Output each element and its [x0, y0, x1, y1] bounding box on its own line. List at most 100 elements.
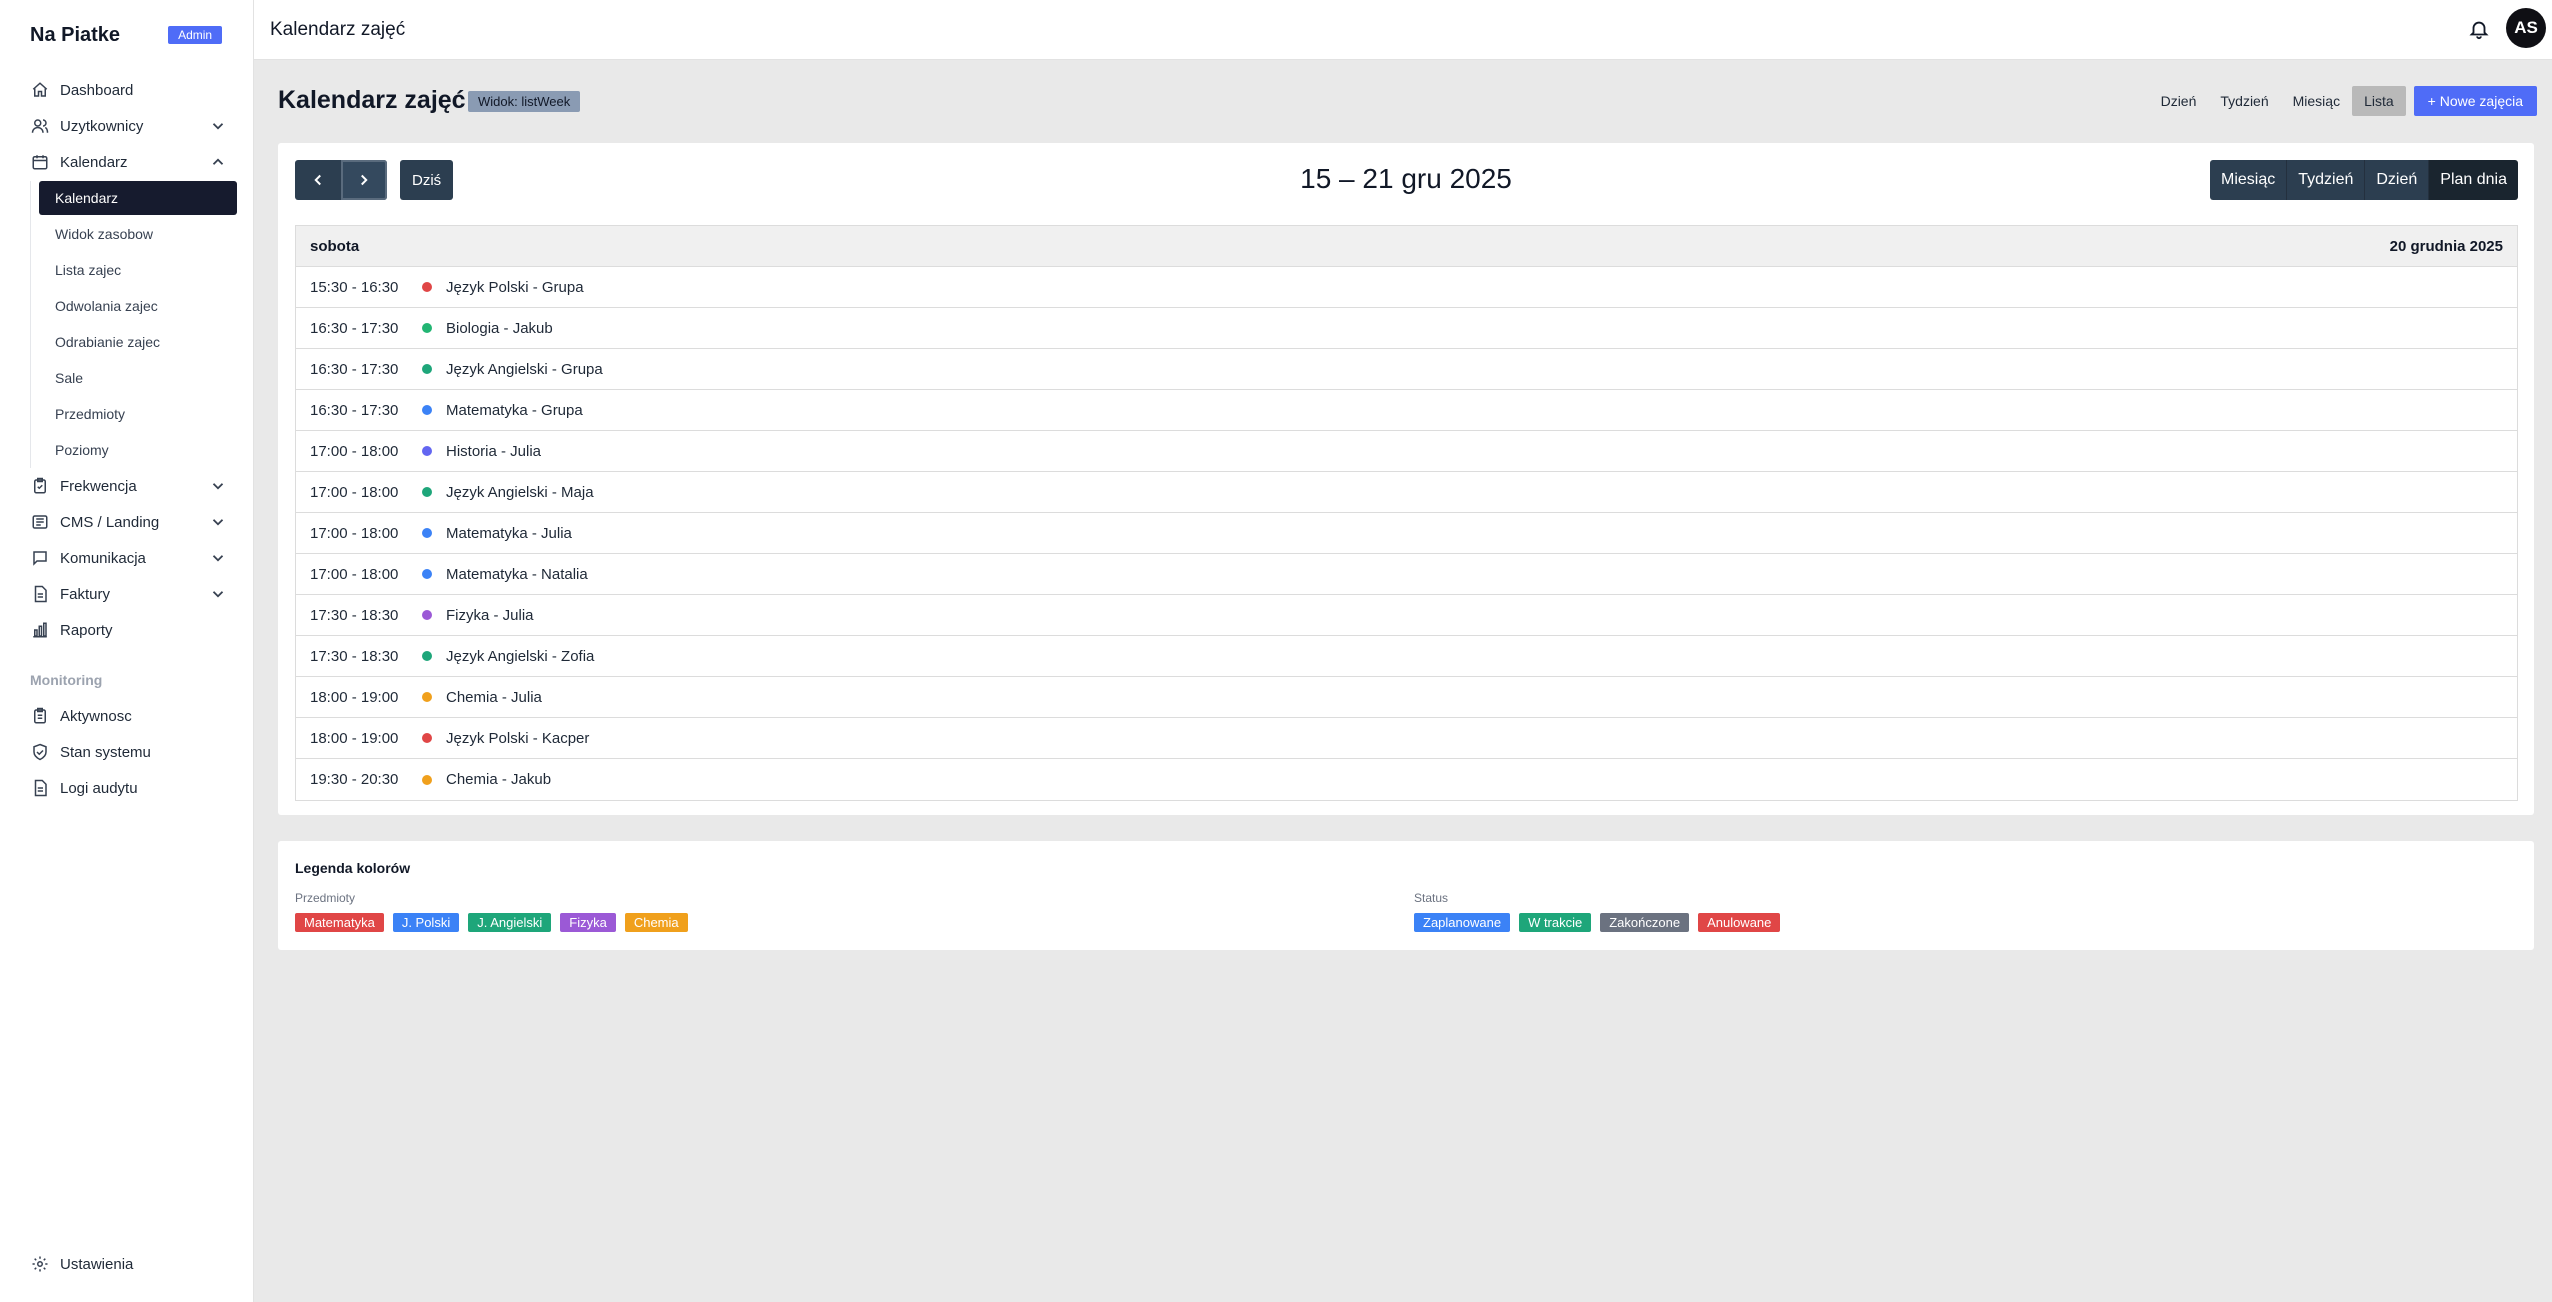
users-icon: [30, 116, 50, 136]
sidebar-item-label: Aktywnosc: [60, 707, 132, 725]
view-badge: Widok: listWeek: [468, 91, 581, 112]
legend-title: Legenda kolorów: [295, 860, 411, 876]
sidebar-item-raporty[interactable]: Raporty: [0, 612, 253, 648]
view-button-list[interactable]: Lista: [2352, 86, 2406, 116]
bell-icon[interactable]: [2468, 18, 2490, 40]
event-row[interactable]: 17:00 - 18:00 Matematyka - Julia: [296, 513, 2517, 554]
sidebar-item-faktury[interactable]: Faktury: [0, 576, 253, 612]
event-title[interactable]: Matematyka - Grupa: [446, 402, 583, 419]
sidebar-item-users[interactable]: Uzytkownicy: [0, 108, 253, 144]
sidebar-subitem-kalendarz[interactable]: Kalendarz: [39, 181, 237, 215]
clipboard-icon: [30, 706, 50, 726]
sidebar-item-label: Logi audytu: [60, 779, 138, 797]
sidebar-subitem-poziomy[interactable]: Poziomy: [31, 432, 253, 468]
sidebar-item-settings[interactable]: Ustawienia: [0, 1246, 253, 1282]
sidebar-subitem-lista-zajec[interactable]: Lista zajec: [31, 252, 253, 288]
sidebar-item-label: Komunikacja: [60, 549, 146, 567]
view-button-week[interactable]: Tydzień: [2208, 86, 2280, 116]
sidebar-subitem-widok-zasobow[interactable]: Widok zasobow: [31, 216, 253, 252]
event-title[interactable]: Matematyka - Natalia: [446, 566, 588, 583]
status-chip: Zaplanowane: [1414, 913, 1511, 932]
calendar-card: 15 – 21 gru 2025 Dziś Miesiąc Tydzień Dz…: [278, 143, 2534, 815]
topbar-title: Kalendarz zajęć: [270, 18, 406, 40]
sidebar-item-calendar[interactable]: Kalendarz: [0, 144, 253, 180]
sidebar-item-label: Ustawienia: [60, 1255, 134, 1273]
message-icon: [30, 548, 50, 568]
event-row[interactable]: 18:00 - 19:00 Język Polski - Kacper: [296, 718, 2517, 759]
event-color-dot: [422, 446, 432, 456]
sidebar: Na Piatke Admin Dashboard Uzytkownicy Ka…: [0, 0, 254, 1302]
subject-chips: Matematyka J. Polski J. Angielski Fizyka Che…: [295, 913, 697, 932]
event-row[interactable]: 17:00 - 18:00 Matematyka - Natalia: [296, 554, 2517, 595]
event-color-dot: [422, 364, 432, 374]
event-time: 18:00 - 19:00: [310, 729, 399, 747]
calendar-view-day[interactable]: Dzień: [2365, 160, 2430, 200]
event-time: 17:00 - 18:00: [310, 524, 399, 542]
chevron-down-icon: [212, 555, 224, 562]
new-class-button[interactable]: + Nowe zajęcia: [2413, 86, 2537, 116]
event-title[interactable]: Chemia - Jakub: [446, 771, 551, 788]
sidebar-subitem-odwolania-zajec[interactable]: Odwolania zajec: [31, 288, 253, 324]
sidebar-subitem-odrabianie-zajec[interactable]: Odrabianie zajec: [31, 324, 253, 360]
event-title[interactable]: Język Polski - Grupa: [446, 279, 584, 296]
calendar-view-month[interactable]: Miesiąc: [2210, 160, 2288, 200]
prev-button[interactable]: [295, 160, 341, 200]
event-title[interactable]: Historia - Julia: [446, 443, 541, 460]
view-button-month[interactable]: Miesiąc: [2281, 86, 2352, 116]
avatar[interactable]: AS: [2506, 8, 2546, 48]
subject-chip: Matematyka: [295, 913, 384, 932]
event-title[interactable]: Matematyka - Julia: [446, 525, 572, 542]
chevron-down-icon: [212, 483, 224, 490]
event-title[interactable]: Biologia - Jakub: [446, 320, 553, 337]
event-title[interactable]: Chemia - Julia: [446, 689, 542, 706]
event-time: 17:00 - 18:00: [310, 442, 399, 460]
sidebar-item-komunikacja[interactable]: Komunikacja: [0, 540, 253, 576]
event-color-dot: [422, 569, 432, 579]
event-title[interactable]: Język Angielski - Zofia: [446, 648, 594, 665]
gear-icon: [30, 1254, 50, 1274]
view-button-day[interactable]: Dzień: [2149, 86, 2209, 116]
next-button[interactable]: [341, 160, 387, 200]
event-time: 16:30 - 17:30: [310, 360, 399, 378]
sidebar-item-label: Dashboard: [60, 81, 134, 99]
calendar-view-week[interactable]: Tydzień: [2287, 160, 2366, 200]
event-row[interactable]: 17:00 - 18:00 Historia - Julia: [296, 431, 2517, 472]
topbar: Kalendarz zajęć AS: [254, 0, 2552, 60]
sidebar-item-label: Raporty: [60, 621, 113, 639]
today-button[interactable]: Dziś: [400, 160, 454, 200]
sidebar-item-dashboard[interactable]: Dashboard: [0, 72, 253, 108]
event-row[interactable]: 17:30 - 18:30 Język Angielski - Zofia: [296, 636, 2517, 677]
sidebar-subitem-sale[interactable]: Sale: [31, 360, 253, 396]
status-chip: Anulowane: [1698, 913, 1781, 932]
event-row[interactable]: 15:30 - 16:30 Język Polski - Grupa: [296, 267, 2517, 308]
sidebar-item-aktywnosc[interactable]: Aktywnosc: [0, 698, 253, 734]
document-icon: [30, 778, 50, 798]
sidebar-subitem-przedmioty[interactable]: Przedmioty: [31, 396, 253, 432]
newspaper-icon: [30, 512, 50, 532]
sidebar-item-label: Faktury: [60, 585, 111, 603]
event-color-dot: [422, 405, 432, 415]
event-row[interactable]: 16:30 - 17:30 Matematyka - Grupa: [296, 390, 2517, 431]
sidebar-item-logi-audytu[interactable]: Logi audytu: [0, 770, 253, 806]
subject-chip: Chemia: [624, 913, 688, 932]
event-row[interactable]: 16:30 - 17:30 Język Angielski - Grupa: [296, 349, 2517, 390]
event-time: 17:30 - 18:30: [310, 647, 399, 665]
sidebar-item-frekwencja[interactable]: Frekwencja: [0, 468, 253, 504]
event-title[interactable]: Fizyka - Julia: [446, 607, 534, 624]
brand-name: Na Piatke: [30, 23, 121, 46]
event-row[interactable]: 17:30 - 18:30 Fizyka - Julia: [296, 595, 2517, 636]
event-title[interactable]: Język Angielski - Maja: [446, 484, 594, 501]
event-row[interactable]: 18:00 - 19:00 Chemia - Julia: [296, 677, 2517, 718]
event-row[interactable]: 19:30 - 20:30 Chemia - Jakub: [296, 759, 2517, 800]
status-chip: W trakcie: [1519, 913, 1592, 932]
sidebar-item-label: Uzytkownicy: [60, 117, 144, 135]
sidebar-item-label: Stan systemu: [60, 743, 151, 761]
event-title[interactable]: Język Angielski - Grupa: [446, 361, 603, 378]
sidebar-item-cms[interactable]: CMS / Landing: [0, 504, 253, 540]
event-row[interactable]: 17:00 - 18:00 Język Angielski - Maja: [296, 472, 2517, 513]
event-title[interactable]: Język Polski - Kacper: [446, 730, 589, 747]
day-date[interactable]: 20 grudnia 2025: [2390, 238, 2503, 255]
calendar-view-plan[interactable]: Plan dnia: [2429, 160, 2518, 200]
sidebar-item-stan-systemu[interactable]: Stan systemu: [0, 734, 253, 770]
event-row[interactable]: 16:30 - 17:30 Biologia - Jakub: [296, 308, 2517, 349]
